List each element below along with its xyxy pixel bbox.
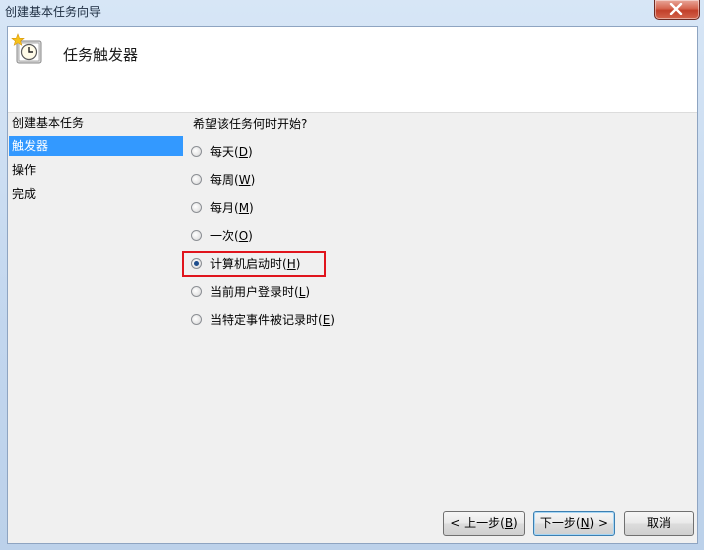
radio-button[interactable] (191, 230, 202, 241)
wizard-header: 任务触发器 (8, 27, 697, 113)
next-button-label: 下一步( (539, 516, 581, 530)
radio-button[interactable] (191, 202, 202, 213)
radio-button[interactable] (191, 174, 202, 185)
radio-at-logon[interactable]: 当前用户登录时(L) (188, 281, 310, 303)
option-label: 每周( (210, 173, 239, 187)
next-button[interactable]: 下一步(N) > (533, 511, 615, 536)
option-label: 当前用户登录时( (210, 285, 299, 299)
accesskey: N (580, 516, 590, 530)
radio-button[interactable] (191, 146, 202, 157)
radio-once[interactable]: 一次(O) (188, 225, 253, 247)
window-title: 创建基本任务向导 (5, 5, 102, 19)
option-label-end: ) (247, 145, 253, 159)
title-bar[interactable]: 创建基本任务向导 (0, 0, 704, 22)
option-label-end: ) (305, 285, 311, 299)
step-finish: 完成 (12, 187, 37, 201)
step-trigger: 触发器 (9, 136, 183, 156)
wizard-client-area: 任务触发器 创建基本任务 触发器 操作 完成 希望该任务何时开始? 每天(D ) … (7, 26, 698, 544)
back-button-label-end: ) (513, 516, 518, 530)
option-label-end: ) (248, 229, 253, 243)
accesskey: M (238, 201, 250, 215)
radio-weekly[interactable]: 每周(W) (188, 169, 255, 191)
option-label-end: ) (249, 201, 254, 215)
page-title: 任务触发器 (63, 46, 139, 64)
option-label: 一次( (210, 229, 239, 243)
accesskey: D (238, 145, 248, 159)
close-icon (669, 3, 683, 15)
radio-daily[interactable]: 每天(D) (188, 141, 253, 163)
step-action: 操作 (12, 163, 37, 177)
cancel-button[interactable]: 取消 (624, 511, 694, 536)
radio-monthly[interactable]: 每月(M) (188, 197, 254, 219)
highlight-box (182, 251, 326, 277)
radio-button[interactable] (191, 286, 202, 297)
option-label: 每天( (210, 145, 239, 159)
radio-button[interactable] (191, 314, 202, 325)
radio-on-event[interactable]: 当特定事件被记录时(E) (188, 309, 335, 331)
accesskey: W (238, 173, 251, 187)
back-button-label: < 上一步( (450, 516, 505, 530)
close-button[interactable] (654, 0, 700, 20)
option-label: 每月( (210, 201, 239, 215)
option-label: 当特定事件被记录时( (210, 313, 323, 327)
back-button[interactable]: < 上一步(B) (443, 511, 525, 536)
clock-icon (11, 33, 42, 64)
wizard-window: 创建基本任务向导 任务触发器 创建基本任务 触发器 操作 完成 希望该任务何时开… (0, 0, 704, 550)
trigger-question: 希望该任务何时开始? (193, 117, 308, 131)
next-button-label-end: ) > (589, 516, 609, 530)
accesskey: B (504, 516, 514, 530)
option-label-end: ) (250, 173, 256, 187)
option-label-end: ) (330, 313, 335, 327)
wizard-step-list: 创建基本任务 触发器 操作 完成 (8, 113, 184, 513)
accesskey: O (238, 229, 249, 243)
step-create-basic-task: 创建基本任务 (12, 116, 85, 130)
